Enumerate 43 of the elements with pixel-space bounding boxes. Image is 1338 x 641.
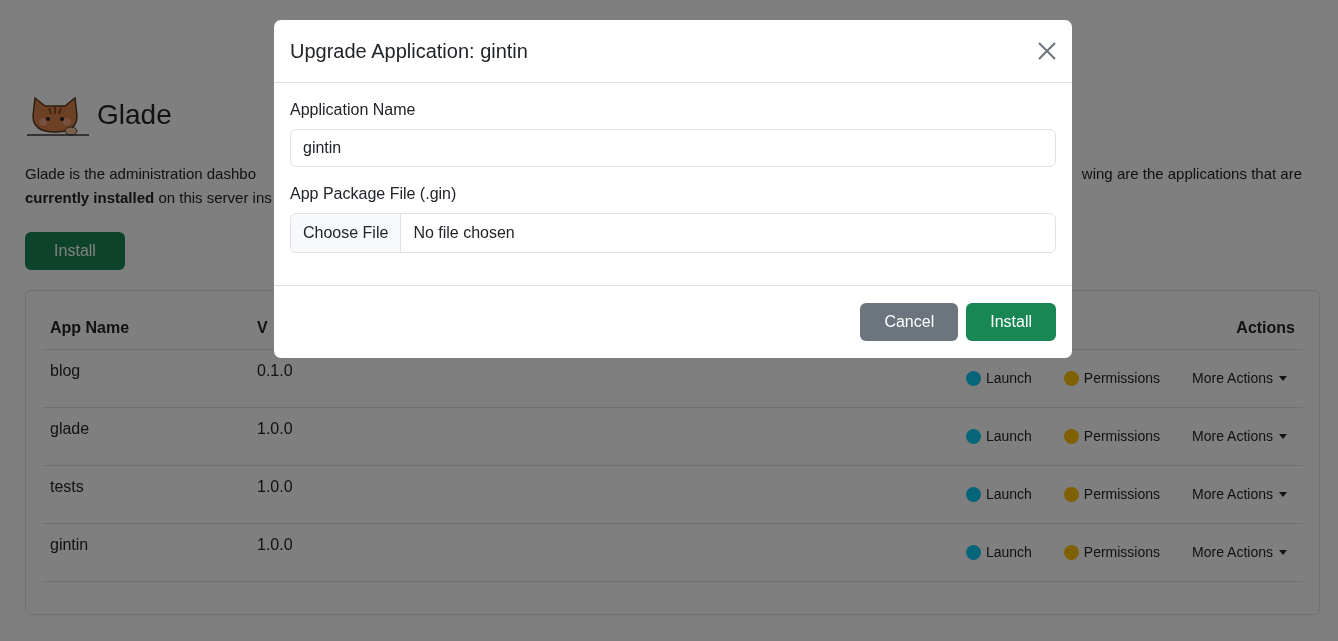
permissions-link[interactable]: Permissions [1063, 370, 1161, 386]
package-file-field[interactable]: Choose File No file chosen [290, 213, 1056, 253]
field-label: Application Name [290, 101, 417, 119]
install-button[interactable]: Install [25, 232, 125, 270]
install-button[interactable]: Install [966, 303, 1056, 341]
cancel-button[interactable]: Cancel [860, 303, 959, 341]
cat-logo-icon [25, 94, 91, 136]
intro-text: currently installed on this server ins [25, 188, 272, 208]
column-header: V [257, 319, 268, 338]
more-actions-dropdown[interactable]: More Actions [1192, 544, 1287, 560]
app-name-cell-text: glade [50, 419, 91, 438]
permissions-link[interactable]: Permissions [1063, 486, 1161, 502]
app-name-cell-text: blog [50, 361, 82, 380]
dialog-title: Upgrade Application: gintin [290, 39, 528, 63]
permissions-link[interactable]: Permissions [1063, 544, 1161, 560]
version-cell-text: 0.1.0 [257, 361, 294, 380]
close-icon[interactable] [1038, 42, 1056, 60]
column-header: Actions [1236, 319, 1295, 338]
app-name-cell-text: gintin [50, 535, 90, 554]
application-name-field[interactable]: gintin [290, 129, 1056, 167]
intro-text: wing are the applications that are [1081, 164, 1302, 184]
caret-icon [1279, 433, 1287, 439]
column-header: App Name [50, 319, 130, 338]
file-status-text: No file chosen [412, 223, 516, 243]
launch-link[interactable]: Launch [965, 370, 1032, 386]
version-cell-text: 1.0.0 [257, 419, 294, 438]
caret-icon [1279, 491, 1287, 497]
launch-link[interactable]: Launch [965, 486, 1032, 502]
version-cell-text: 1.0.0 [257, 477, 294, 496]
app-title: Glade [97, 99, 172, 131]
intro-text: Glade is the administration dashbo [25, 164, 256, 184]
launch-link[interactable]: Launch [965, 428, 1032, 444]
version-cell-text: 1.0.0 [257, 535, 294, 554]
permissions-link[interactable]: Permissions [1063, 428, 1161, 444]
caret-icon [1279, 375, 1287, 381]
launch-link[interactable]: Launch [965, 544, 1032, 560]
choose-file-button[interactable]: Choose File [291, 214, 402, 252]
more-actions-dropdown[interactable]: More Actions [1192, 428, 1287, 444]
more-actions-dropdown[interactable]: More Actions [1192, 370, 1287, 386]
field-label: App Package File (.gin) [290, 185, 458, 203]
app-name-cell-text: tests [50, 477, 85, 496]
caret-icon [1279, 549, 1287, 555]
more-actions-dropdown[interactable]: More Actions [1192, 486, 1287, 502]
